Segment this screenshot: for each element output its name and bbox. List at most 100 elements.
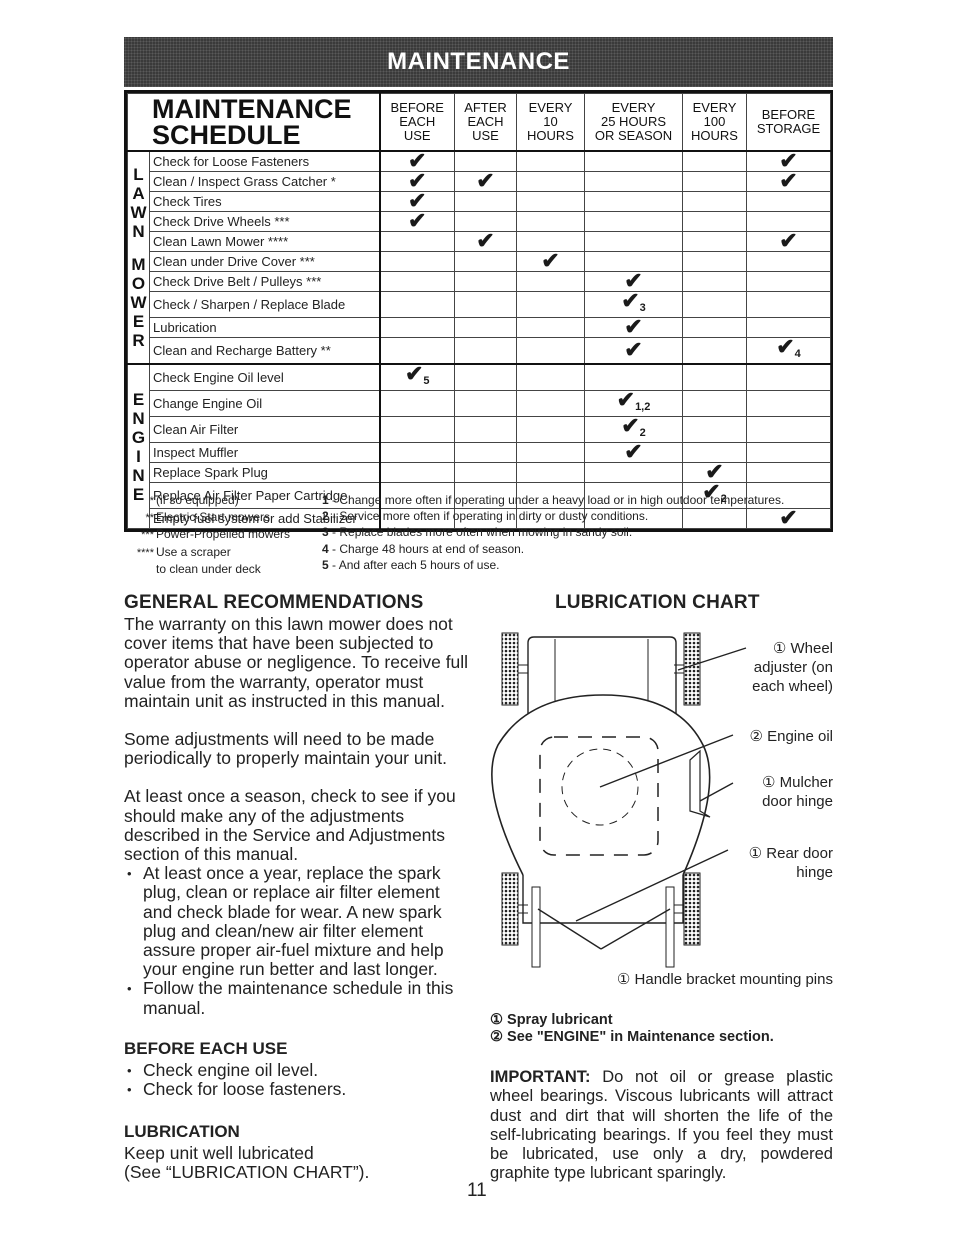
schedule-cell: [454, 442, 517, 463]
important-label: IMPORTANT:: [490, 1068, 591, 1086]
mower-deck: [491, 694, 711, 876]
checkmark-icon: ✔4: [776, 334, 801, 361]
footnote-number-item: 5 - And after each 5 hours of use.: [322, 557, 842, 573]
schedule-cell: [682, 337, 747, 365]
checkmark-icon: ✔: [624, 439, 643, 464]
column-header-line: OR SEASON: [594, 128, 673, 143]
footnote-symbol-item: * (if so equipped): [128, 492, 308, 509]
schedule-cell: [454, 291, 517, 318]
footnote-number: 2: [322, 509, 329, 524]
rear-right-wheel: [683, 872, 701, 946]
schedule-cell: ✔: [746, 228, 831, 253]
footnote-text: Power-Propelled mowers: [156, 527, 291, 542]
footnote-number-item: 4 - Charge 48 hours at end of season.: [322, 541, 842, 557]
schedule-cell: [746, 251, 831, 272]
schedule-cell: [379, 442, 455, 463]
schedule-cell: ✔: [584, 439, 683, 464]
schedule-cell: [379, 416, 455, 443]
col-every-10-hours: EVERY 10 HOURS: [516, 93, 585, 152]
schedule-cell: [682, 211, 747, 232]
schedule-cell: ✔: [454, 170, 517, 192]
schedule-cell: [379, 462, 455, 483]
task-name: Inspect Muffler: [149, 442, 381, 463]
col-every-100-hours: EVERY 100 HOURS: [682, 93, 747, 152]
footnote-symbol-item: to clean under deck: [128, 561, 308, 577]
schedule-cell: ✔: [746, 170, 831, 192]
task-name: Clean and Recharge Battery **: [149, 337, 381, 365]
schedule-cell: [454, 390, 517, 417]
schedule-cell: [516, 171, 585, 192]
schedule-cell: [454, 462, 517, 483]
lubrication-heading: LUBRICATION: [124, 1122, 240, 1141]
legend-see-engine: ② See "ENGINE" in Maintenance section.: [490, 1029, 774, 1045]
schedule-cell: [379, 271, 455, 292]
front-left-wheel: [501, 632, 519, 706]
checkmark-note: 2: [639, 427, 646, 439]
schedule-cell: [746, 271, 831, 292]
schedule-cell: [516, 317, 585, 338]
footnote-number: 5: [322, 557, 329, 572]
schedule-cell: ✔: [516, 248, 585, 273]
footnote-marker: **: [145, 512, 154, 525]
schedule-cell: [746, 442, 831, 463]
schedule-cell: [516, 337, 585, 365]
schedule-cell: [454, 363, 517, 391]
schedule-cell: [516, 416, 585, 443]
col-every-25-hours: EVERY 25 HOURS OR SEASON: [584, 93, 683, 152]
footnote-text: Electric-Start mowers: [156, 510, 271, 525]
column-header-line: USE: [472, 128, 499, 143]
column-header-line: EACH: [467, 114, 504, 129]
schedule-cell: [379, 291, 455, 318]
schedule-cell: [379, 317, 455, 338]
schedule-cell: [516, 271, 585, 292]
checkmark-icon: ✔: [541, 248, 560, 273]
schedule-row: Check Drive Belt / Pulleys *** ✔: [128, 270, 831, 292]
schedule-row: Clean Lawn Mower **** ✔ ✔: [128, 228, 831, 253]
footnote-symbol-item: *** Power-Propelled mowers: [128, 526, 308, 543]
before-each-use-item: Check for loose fasteners.: [124, 1080, 469, 1100]
task-name: Clean / Inspect Grass Catcher *: [149, 171, 381, 192]
checkmark-icon: ✔: [779, 228, 798, 253]
task-name: Check Tires: [149, 191, 381, 212]
schedule-cell: [516, 462, 585, 483]
schedule-row: Clean / Inspect Grass Catcher * ✔ ✔ ✔: [128, 170, 831, 192]
schedule-title: MAINTENANCE SCHEDULE: [127, 93, 381, 152]
footnote-text: to clean under deck: [156, 561, 261, 576]
footnote-number-item: 1 - Change more often if operating under…: [322, 492, 842, 508]
task-name: Clean under Drive Cover ***: [149, 251, 381, 272]
column-header-line: BEFORE: [390, 100, 444, 115]
column-header-line: 10: [543, 114, 558, 129]
footnote-marker: *: [149, 495, 154, 507]
task-name: Lubrication: [149, 317, 381, 338]
callout-mulcher-door-hinge: ① Mulcher door hinge: [762, 774, 833, 810]
column-header-line: EVERY: [692, 100, 737, 115]
footnote-number: 1: [322, 493, 329, 507]
schedule-row: Check Tires ✔: [128, 190, 831, 212]
col-before-storage: BEFORE STORAGE: [746, 93, 831, 152]
schedule-cell: [454, 251, 517, 272]
task-name: Check Engine Oil level: [149, 363, 381, 391]
footnote-text: Use a scraper: [156, 544, 231, 559]
schedule-cell: [682, 150, 747, 172]
lubrication-legend: ① Spray lubricant ② See "ENGINE" in Main…: [490, 1012, 774, 1046]
task-name: Clean Air Filter: [149, 416, 381, 443]
footnotes-numbers: 1 - Change more often if operating under…: [322, 492, 842, 573]
schedule-cell: ✔5: [379, 361, 455, 391]
schedule-cell: [516, 191, 585, 212]
column-header-line: AFTER: [464, 100, 507, 115]
schedule-cell: [516, 291, 585, 318]
schedule-cell: ✔4: [746, 334, 831, 365]
task-name: Change Engine Oil: [149, 390, 381, 417]
schedule-cell: [584, 231, 683, 252]
footnote-marker: ****: [136, 546, 154, 559]
checkmark-icon: ✔5: [404, 361, 430, 388]
schedule-cell: [682, 271, 747, 292]
footnote-number: 4: [322, 541, 329, 556]
schedule-cell: [516, 442, 585, 463]
schedule-cell: [516, 211, 585, 232]
lawn-mower-diagram: ① Wheel adjuster (on each wheel) ② Engin…: [488, 625, 838, 995]
schedule-cell: [516, 150, 585, 172]
general-bullet: Follow the maintenance schedule in this …: [124, 979, 469, 1018]
general-bullets: At least once a year, replace the spark …: [124, 864, 469, 1018]
schedule-header-row: MAINTENANCE SCHEDULE BEFORE EACH USE AFTER…: [127, 93, 831, 152]
